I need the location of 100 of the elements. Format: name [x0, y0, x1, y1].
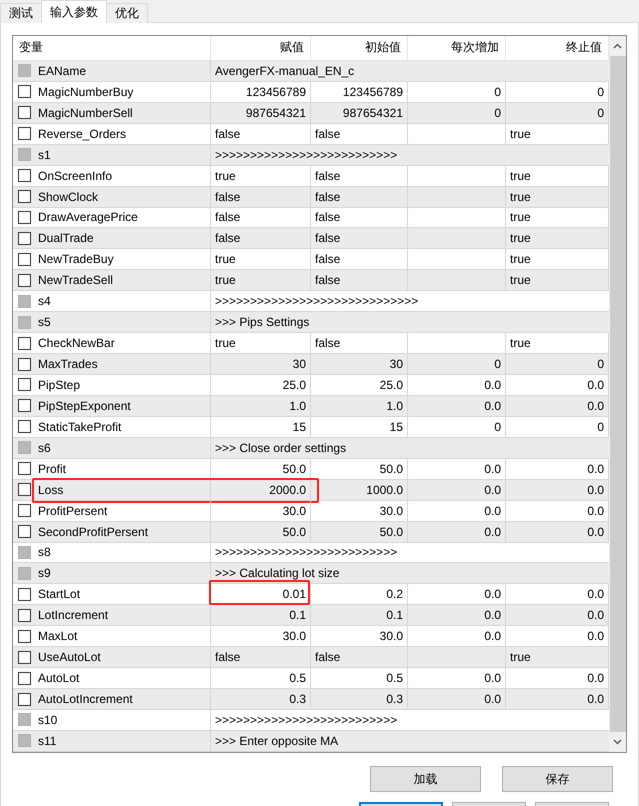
checkbox[interactable] — [18, 336, 31, 350]
parameter-name: s11 — [38, 734, 56, 748]
column-header[interactable]: 每次增加 — [408, 36, 506, 60]
checkbox[interactable] — [18, 483, 31, 496]
table-cell: 0.1 — [211, 605, 311, 626]
checkbox[interactable] — [18, 672, 31, 685]
checkbox[interactable] — [18, 630, 31, 643]
checkbox[interactable] — [18, 420, 31, 434]
button[interactable]: 加载 — [370, 766, 481, 792]
table-cell-text: >>>>>>>>>>>>>>>>>>>>>>>>>> — [214, 544, 398, 562]
table-cell: false — [211, 186, 311, 206]
table-cell: false — [311, 647, 408, 668]
checkbox[interactable] — [18, 232, 31, 245]
table-cell: 0 — [408, 82, 506, 102]
table-cell: 123456789 — [211, 82, 311, 102]
parameter-name: MagicNumberBuy — [38, 84, 134, 99]
parameter-name: s4 — [38, 294, 51, 308]
parameter-name: PipStep — [38, 378, 80, 392]
checkbox[interactable] — [18, 210, 31, 224]
table-cell: 0.5 — [311, 668, 408, 688]
parameter-name: NewTradeBuy — [38, 252, 114, 266]
table-cell: false — [311, 208, 408, 228]
column-header[interactable]: 初始值 — [311, 36, 408, 60]
checkbox[interactable] — [18, 504, 31, 518]
checkbox[interactable] — [18, 252, 31, 266]
table-cell: 0.0 — [408, 584, 506, 604]
checkbox[interactable] — [18, 169, 31, 182]
scroll-down-icon[interactable] — [613, 739, 622, 745]
table-cell: false — [311, 124, 408, 144]
parameter-name: AutoLot — [38, 671, 80, 686]
table-cell: false — [211, 228, 311, 248]
table-cell: 50.0 — [311, 522, 408, 542]
parameter-name: s6 — [38, 440, 51, 455]
tab[interactable]: 测试 — [0, 3, 42, 23]
table-cell: false — [311, 270, 408, 290]
checkbox[interactable] — [18, 85, 31, 98]
checkbox[interactable] — [18, 274, 31, 287]
table-cell: 0 — [408, 354, 506, 374]
button[interactable]: 保存 — [502, 766, 613, 792]
checkbox[interactable] — [18, 399, 31, 412]
table-cell-text: AvengerFX-manual_EN_c — [214, 62, 356, 80]
checkbox[interactable] — [18, 358, 31, 371]
table-cell: 0.0 — [408, 396, 506, 416]
table-cell-text: >>>>>>>>>>>>>>>>>>>>>>>>>> — [214, 146, 398, 164]
parameter-name: s1 — [38, 148, 51, 162]
table-cell: 0.2 — [311, 584, 408, 604]
parameter-name: ShowClock — [38, 190, 98, 204]
parameter-name: StaticTakeProfit — [38, 420, 122, 434]
table-cell: 0 — [408, 102, 506, 123]
checkbox[interactable] — [18, 588, 31, 601]
checkbox[interactable] — [18, 692, 31, 706]
parameter-name: Reverse_Orders — [38, 126, 126, 141]
checkbox[interactable] — [18, 190, 31, 204]
checkbox[interactable] — [18, 106, 31, 120]
table-cell: 15 — [211, 416, 311, 437]
table-cell: 0.1 — [311, 605, 408, 626]
parameter-name: EAName — [38, 64, 86, 78]
table-cell: 30.0 — [311, 626, 408, 646]
table-cell: true — [211, 333, 311, 354]
parameter-name: SecondProfitPersent — [38, 524, 148, 539]
table-cell-text: >>> Pips Settings — [214, 314, 310, 332]
parameter-name: MaxTrades — [38, 357, 98, 372]
table-cell: 0.0 — [408, 458, 506, 479]
table-cell: 1.0 — [211, 396, 311, 416]
table-cell-text: >>>>>>>>>>>>>>>>>>>>>>>>>>>>> — [214, 293, 420, 310]
parameter-name: s10 — [38, 712, 58, 727]
table-cell: 0.3 — [311, 689, 408, 709]
parameter-name: AutoLotIncrement — [38, 692, 133, 706]
table-cell: 30.0 — [211, 500, 311, 521]
parameter-name: Loss — [38, 482, 64, 497]
table-cell: false — [311, 166, 408, 186]
table-cell: 0.0 — [408, 522, 506, 542]
table-cell-text: >>> Close order settings — [214, 440, 348, 457]
parameter-name: OnScreenInfo — [38, 168, 112, 183]
parameter-name: StartLot — [38, 587, 80, 602]
table-cell: 30 — [311, 354, 408, 374]
tab[interactable]: 优化 — [106, 3, 148, 23]
table-cell: 987654321 — [211, 102, 311, 123]
table-cell: 2000.0 — [211, 480, 311, 500]
table-cell: 25.0 — [311, 375, 408, 395]
table-cell-text: >>> Enter opposite MA — [214, 732, 340, 750]
column-header[interactable]: 变量 — [13, 36, 211, 60]
table-cell: 0.0 — [408, 605, 506, 626]
checkbox[interactable] — [18, 525, 31, 538]
parameter-name: UseAutoLot — [38, 650, 101, 664]
scroll-up-icon[interactable] — [613, 43, 622, 49]
column-header[interactable]: 赋值 — [211, 36, 311, 60]
checkbox[interactable] — [18, 608, 31, 622]
parameter-name: MaxLot — [38, 629, 78, 644]
tab[interactable]: 输入参数 — [41, 0, 107, 23]
checkbox[interactable] — [18, 378, 31, 392]
table-cell: 50.0 — [211, 522, 311, 542]
table-cell: true — [211, 166, 311, 186]
checkbox[interactable] — [18, 127, 31, 140]
table-cell-text: >>> Calculating lot size — [214, 565, 340, 582]
parameter-name: NewTradeSell — [38, 273, 113, 288]
table-cell: 987654321 — [311, 102, 408, 123]
parameter-name: CheckNewBar — [38, 336, 115, 350]
checkbox[interactable] — [18, 650, 31, 664]
checkbox[interactable] — [18, 462, 31, 476]
